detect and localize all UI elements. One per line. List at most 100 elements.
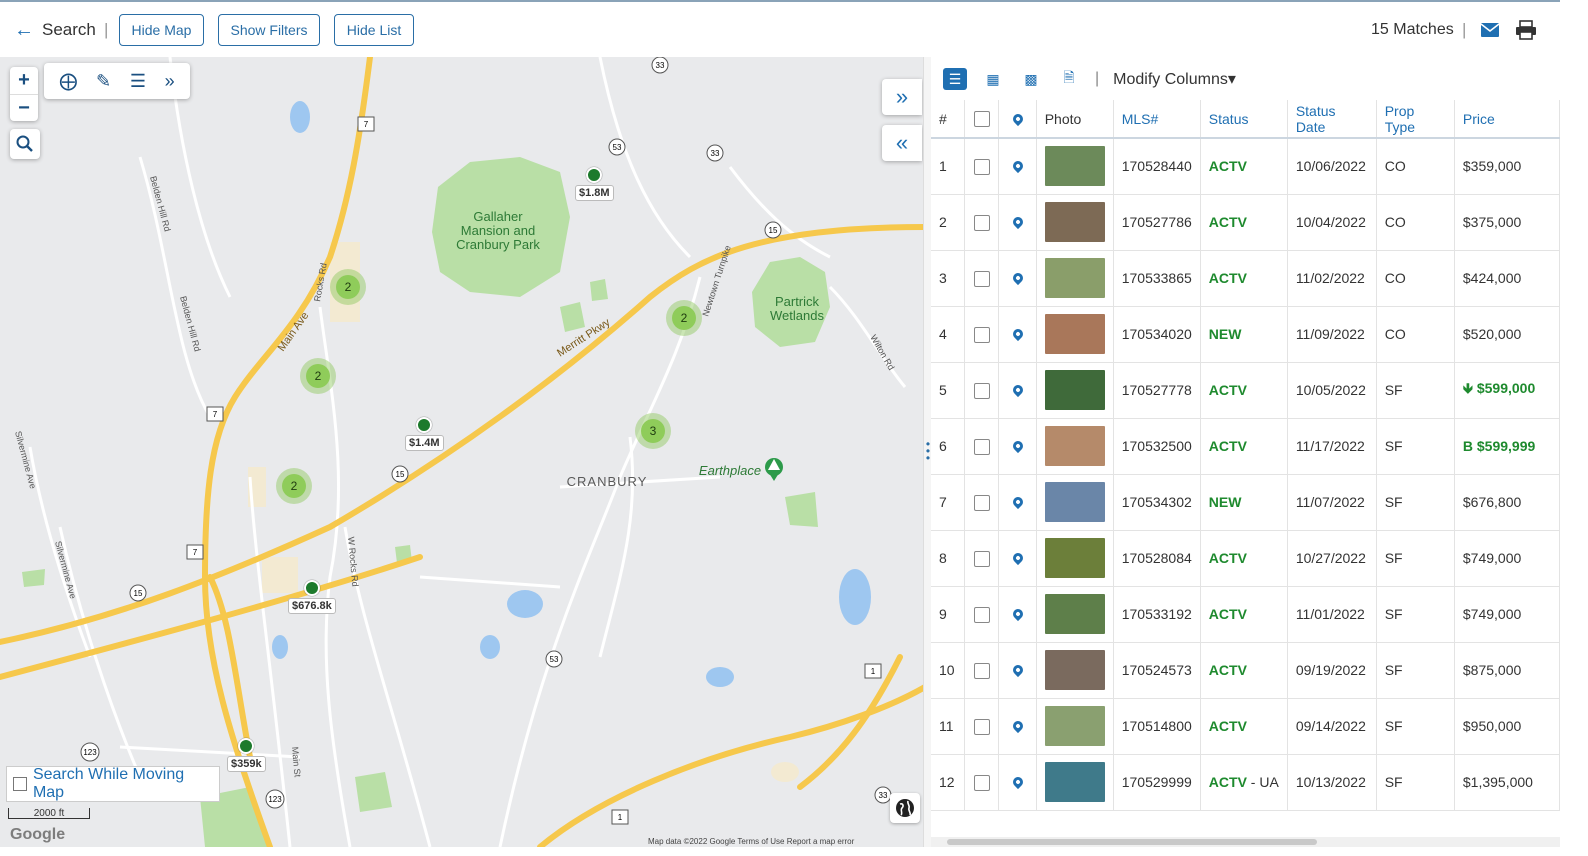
price-pin[interactable]: $1.8M xyxy=(575,167,614,201)
row-checkbox[interactable] xyxy=(973,662,990,679)
search-while-moving-toggle[interactable]: Search While Moving Map xyxy=(6,766,220,802)
row-checkbox[interactable] xyxy=(973,382,990,399)
mls-number[interactable]: 170533865 xyxy=(1113,250,1201,307)
column-header-status[interactable]: Status xyxy=(1200,100,1288,139)
price-pin[interactable]: $676.8k xyxy=(288,580,336,614)
table-row[interactable]: 5 170527778 ACTV 10/05/2022 SF 🡻 $599,000 xyxy=(931,362,1560,419)
select-all-checkbox[interactable] xyxy=(973,111,990,128)
row-checkbox[interactable] xyxy=(973,606,990,623)
email-icon[interactable] xyxy=(1480,22,1500,38)
zoom-in-button[interactable]: + xyxy=(10,67,38,95)
map-pin-icon[interactable] xyxy=(1010,270,1025,286)
listing-photo[interactable] xyxy=(1044,258,1105,298)
map-cluster-marker[interactable]: 2 xyxy=(276,468,312,504)
tile-view-icon[interactable]: ▩ xyxy=(1019,68,1043,90)
hide-map-button[interactable]: Hide Map xyxy=(119,14,204,46)
mls-number[interactable]: 170532500 xyxy=(1113,418,1201,475)
mls-number[interactable]: 170534020 xyxy=(1113,306,1201,363)
map-cluster-marker[interactable]: 2 xyxy=(330,269,366,305)
mls-number[interactable]: 170528440 xyxy=(1113,138,1201,195)
map-pin-icon[interactable] xyxy=(1010,438,1025,454)
row-checkbox[interactable] xyxy=(973,158,990,175)
mls-number[interactable]: 170527778 xyxy=(1113,362,1201,419)
map-pin-icon[interactable] xyxy=(1010,774,1025,790)
map-cluster-marker[interactable]: 2 xyxy=(300,358,336,394)
show-filters-button[interactable]: Show Filters xyxy=(218,14,320,46)
scrollbar-thumb[interactable] xyxy=(947,839,1317,845)
table-row[interactable]: 12 170529999 ACTV - UA 10/13/2022 SF $1,395,0… xyxy=(931,754,1560,811)
map-cluster-marker[interactable]: 3 xyxy=(635,413,671,449)
list-view-icon[interactable]: ☰ xyxy=(943,68,967,90)
map-pin-icon[interactable] xyxy=(1010,606,1025,622)
mls-number[interactable]: 170533192 xyxy=(1113,586,1201,643)
grid-view-icon[interactable]: ▦ xyxy=(981,68,1005,90)
price-pin[interactable]: $359k xyxy=(227,738,266,772)
map-pin-icon[interactable] xyxy=(1010,662,1025,678)
listing-photo[interactable] xyxy=(1044,706,1105,746)
mls-number[interactable]: 170514800 xyxy=(1113,698,1201,755)
row-checkbox[interactable] xyxy=(973,326,990,343)
layers-icon[interactable]: ☰ xyxy=(130,71,146,92)
expand-double-chevron-icon[interactable]: » xyxy=(165,71,175,92)
row-checkbox[interactable] xyxy=(973,494,990,511)
table-row[interactable]: 3 170533865 ACTV 11/02/2022 CO $424,000 xyxy=(931,250,1560,307)
column-header-price[interactable]: Price xyxy=(1454,100,1560,139)
horizontal-scrollbar[interactable] xyxy=(931,837,1560,847)
table-row[interactable]: 4 170534020 NEW 11/09/2022 CO $520,000 xyxy=(931,306,1560,363)
edit-draw-icon[interactable]: ✎ xyxy=(96,71,111,92)
listing-photo[interactable] xyxy=(1044,594,1105,634)
listing-photo[interactable] xyxy=(1044,146,1105,187)
column-header-status-date[interactable]: Status Date xyxy=(1287,100,1377,139)
map-pin-icon[interactable] xyxy=(1010,718,1025,734)
table-row[interactable]: 10 170524573 ACTV 09/19/2022 SF $875,000 xyxy=(931,642,1560,699)
print-icon[interactable] xyxy=(1515,20,1537,40)
table-row[interactable]: 8 170528084 ACTV 10/27/2022 SF $749,000 xyxy=(931,530,1560,587)
row-checkbox[interactable] xyxy=(973,270,990,287)
listing-photo[interactable] xyxy=(1044,314,1105,354)
map-attribution[interactable]: Map data ©2022 Google Terms of Use Repor… xyxy=(648,837,854,846)
column-header-prop-type[interactable]: Prop Type xyxy=(1376,100,1455,139)
mls-number[interactable]: 170529999 xyxy=(1113,754,1201,811)
map-pin-icon[interactable] xyxy=(1010,494,1025,510)
mls-number[interactable]: 170528084 xyxy=(1113,530,1201,587)
table-row[interactable]: 1 170528440 ACTV 10/06/2022 CO $359,000 xyxy=(931,138,1560,195)
price-pin[interactable]: $1.4M xyxy=(405,417,444,451)
listing-photo[interactable] xyxy=(1044,426,1105,466)
table-row[interactable]: 11 170514800 ACTV 09/14/2022 SF $950,000 xyxy=(931,698,1560,755)
hide-list-button[interactable]: Hide List xyxy=(334,14,414,46)
map-pin-icon[interactable] xyxy=(1010,214,1025,230)
zoom-out-button[interactable]: − xyxy=(10,95,38,122)
table-row[interactable]: 6 170532500 ACTV 11/17/2022 SF B $599,999 xyxy=(931,418,1560,475)
map-pin-icon[interactable] xyxy=(1010,550,1025,566)
map-panel[interactable]: Merritt Pkwy Main Ave Newtown Turnpike B… xyxy=(0,57,925,847)
row-checkbox[interactable] xyxy=(973,718,990,735)
table-row[interactable]: 7 170534302 NEW 11/07/2022 SF $676,800 xyxy=(931,474,1560,531)
table-row[interactable]: 2 170527786 ACTV 10/04/2022 CO $375,000 xyxy=(931,194,1560,251)
map-pin-icon[interactable] xyxy=(1010,326,1025,342)
listing-photo[interactable] xyxy=(1044,762,1105,802)
back-to-search-link[interactable]: ← Search xyxy=(14,20,96,40)
map-type-button[interactable] xyxy=(890,793,920,823)
report-view-icon[interactable]: 🗎 xyxy=(1057,68,1081,90)
mls-number[interactable]: 170527786 xyxy=(1113,194,1201,251)
listing-photo[interactable] xyxy=(1044,482,1105,522)
listing-photo[interactable] xyxy=(1044,538,1105,578)
map-pin-icon[interactable] xyxy=(1010,159,1025,174)
crosshair-icon[interactable]: ⨁ xyxy=(59,71,77,92)
mls-number[interactable]: 170534302 xyxy=(1113,474,1201,531)
mls-number[interactable]: 170524573 xyxy=(1113,642,1201,699)
row-checkbox[interactable] xyxy=(973,774,990,791)
listing-photo[interactable] xyxy=(1044,202,1105,242)
listing-photo[interactable] xyxy=(1044,370,1105,410)
row-checkbox[interactable] xyxy=(973,214,990,231)
column-header-mls[interactable]: MLS# xyxy=(1113,100,1201,139)
row-checkbox[interactable] xyxy=(973,550,990,567)
expand-list-button[interactable]: « xyxy=(882,125,922,161)
table-row[interactable]: 9 170533192 ACTV 11/01/2022 SF $749,000 xyxy=(931,586,1560,643)
modify-columns-dropdown[interactable]: Modify Columns▾ xyxy=(1113,69,1236,89)
map-cluster-marker[interactable]: 2 xyxy=(666,300,702,336)
row-checkbox[interactable] xyxy=(973,438,990,455)
zoom-area-button[interactable] xyxy=(10,129,40,159)
search-while-moving-checkbox[interactable] xyxy=(13,777,27,791)
map-pin-icon[interactable] xyxy=(1010,382,1025,398)
